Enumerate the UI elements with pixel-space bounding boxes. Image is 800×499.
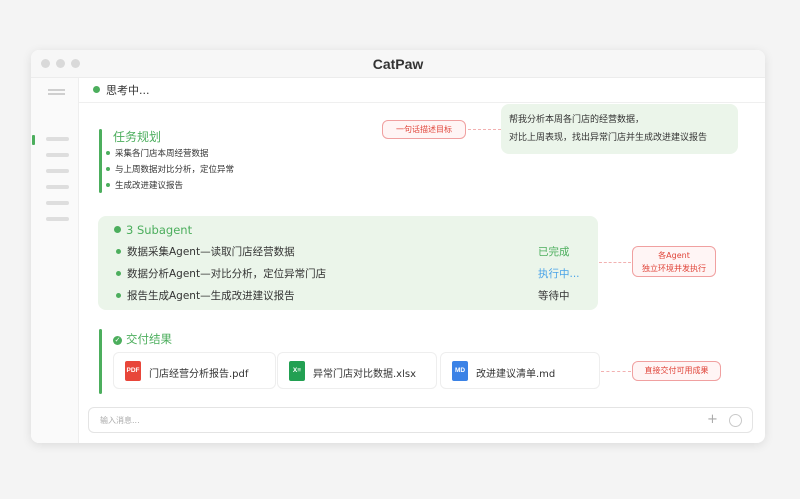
subagent-row: 数据分析Agent—对比分析，定位异常门店 执行中... bbox=[114, 266, 582, 282]
bullet-icon bbox=[116, 271, 121, 276]
plus-icon[interactable]: + bbox=[707, 412, 718, 428]
title-bar: CatPaw bbox=[31, 50, 765, 78]
menu-icon[interactable] bbox=[48, 89, 65, 91]
bullet-icon bbox=[116, 249, 121, 254]
deliverables-title-text: 交付结果 bbox=[126, 332, 172, 346]
file-name: 改进建议清单.md bbox=[476, 369, 556, 380]
thinking-label: 思考中... bbox=[106, 84, 150, 97]
subagent-status: 执行中... bbox=[538, 268, 580, 280]
task-plan-bar bbox=[99, 129, 102, 193]
goal-annotation: 一句话描述目标 bbox=[382, 120, 466, 139]
subagent-title-text: 3 Subagent bbox=[126, 223, 193, 237]
markdown-icon: MD bbox=[452, 361, 468, 381]
deliverables-title: ✓ 交付结果 bbox=[113, 331, 172, 347]
sidebar-item[interactable] bbox=[46, 217, 69, 221]
user-message-bubble: 帮我分析本周各门店的经营数据， 对比上周表现，找出异常门店并生成改进建议报告 bbox=[501, 104, 738, 154]
agents-annotation-line: 独立环境并发执行 bbox=[642, 264, 706, 273]
plan-item: 生成改进建议报告 bbox=[105, 181, 184, 191]
task-plan-title: 任务规划 bbox=[113, 130, 162, 144]
agents-annotation-line: 各Agent bbox=[658, 251, 690, 260]
file-name: 门店经营分析报告.pdf bbox=[149, 369, 249, 380]
sidebar-active-indicator bbox=[32, 135, 35, 145]
deliver-annotation: 直接交付可用成果 bbox=[632, 361, 721, 381]
deliverables-bar bbox=[99, 329, 102, 394]
sidebar-item[interactable] bbox=[46, 137, 69, 141]
sidebar-item[interactable] bbox=[46, 169, 69, 173]
subagent-card: 3 Subagent 数据采集Agent—读取门店经营数据 已完成 数据分析Ag… bbox=[98, 216, 598, 310]
subagent-name: 数据采集Agent—读取门店经营数据 bbox=[127, 246, 295, 258]
sidebar-item[interactable] bbox=[46, 185, 69, 189]
thinking-status: 思考中... bbox=[93, 82, 150, 98]
status-dot-icon bbox=[114, 226, 121, 233]
message-input[interactable] bbox=[100, 413, 660, 427]
file-name: 异常门店对比数据.xlsx bbox=[313, 369, 417, 380]
user-message-line: 对比上周表现，找出异常门店并生成改进建议报告 bbox=[509, 133, 708, 143]
file-card-xlsx[interactable]: X≡ 异常门店对比数据.xlsx bbox=[277, 352, 437, 389]
app-title: CatPaw bbox=[372, 56, 424, 72]
plan-item: 与上周数据对比分析，定位异常 bbox=[105, 165, 235, 175]
annotation-connector bbox=[601, 371, 631, 372]
status-dot-icon bbox=[93, 86, 100, 93]
goal-annotation-text: 一句话描述目标 bbox=[396, 125, 452, 134]
user-message-line: 帮我分析本周各门店的经营数据， bbox=[509, 115, 645, 125]
subagent-row: 报告生成Agent—生成改进建议报告 等待中 bbox=[114, 288, 582, 304]
subagent-row: 数据采集Agent—读取门店经营数据 已完成 bbox=[114, 244, 582, 260]
send-circle-icon[interactable] bbox=[729, 414, 742, 427]
bullet-icon bbox=[116, 293, 121, 298]
annotation-connector bbox=[468, 129, 501, 130]
subagent-status: 等待中 bbox=[538, 290, 570, 302]
sidebar-item[interactable] bbox=[46, 153, 69, 157]
message-input-bar: + bbox=[88, 407, 753, 433]
sidebar bbox=[31, 78, 79, 443]
subagent-status: 已完成 bbox=[538, 246, 570, 258]
divider bbox=[79, 102, 765, 103]
agents-annotation: 各Agent 独立环境并发执行 bbox=[632, 246, 716, 277]
subagent-title: 3 Subagent bbox=[114, 223, 192, 237]
subagent-name: 数据分析Agent—对比分析，定位异常门店 bbox=[127, 268, 327, 280]
excel-icon: X≡ bbox=[289, 361, 305, 381]
file-card-pdf[interactable]: PDF 门店经营分析报告.pdf bbox=[113, 352, 276, 389]
plan-item: 采集各门店本周经营数据 bbox=[106, 149, 209, 159]
sidebar-item[interactable] bbox=[46, 201, 69, 205]
app-window: CatPaw 思考中... 帮我分析本周各门店的经营数据， 对比上周表现，找出异… bbox=[31, 50, 765, 443]
deliver-annotation-text: 直接交付可用成果 bbox=[644, 366, 709, 375]
annotation-connector bbox=[599, 262, 631, 263]
pdf-icon: PDF bbox=[125, 361, 141, 381]
file-card-md[interactable]: MD 改进建议清单.md bbox=[440, 352, 600, 389]
subagent-name: 报告生成Agent—生成改进建议报告 bbox=[127, 290, 295, 302]
check-circle-icon: ✓ bbox=[113, 336, 122, 345]
menu-icon-line bbox=[48, 93, 65, 95]
